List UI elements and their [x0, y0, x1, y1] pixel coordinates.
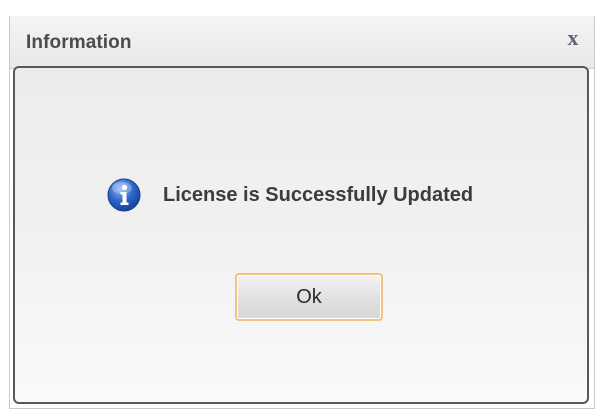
dialog-body: License is Successfully Updated Ok — [13, 66, 589, 404]
ok-button[interactable]: Ok — [235, 273, 383, 321]
dialog-titlebar: Information x — [10, 16, 594, 69]
information-dialog: Information x License is Successfully Up… — [9, 16, 595, 409]
message-row: License is Successfully Updated — [107, 177, 473, 213]
message-text: License is Successfully Updated — [163, 183, 474, 206]
close-icon[interactable]: x — [562, 27, 584, 49]
info-icon — [107, 178, 141, 212]
dialog-title: Information — [26, 32, 132, 53]
